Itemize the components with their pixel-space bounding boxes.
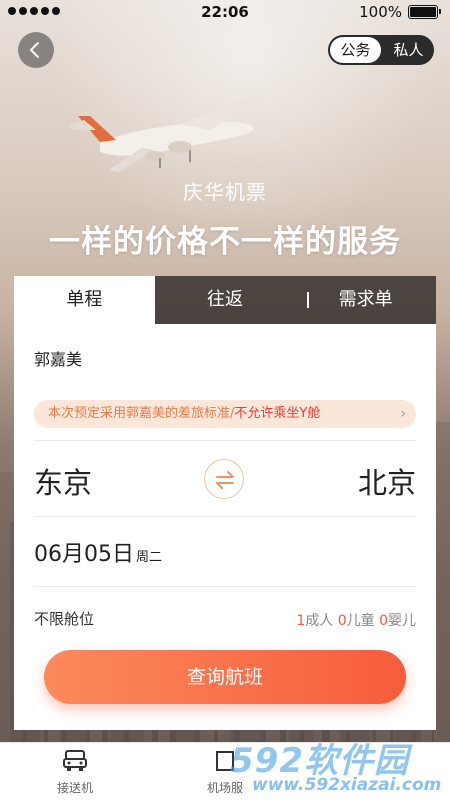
infants-label: 婴儿 [388,613,416,629]
search-flights-button[interactable]: 查询航班 [44,650,406,704]
battery-icon [408,5,441,19]
tab-round-trip[interactable]: 往返 [155,276,296,324]
adults-label: 成人 [305,613,334,629]
passenger-count-selector[interactable]: 1成人 0儿童 0婴儿 [296,610,416,630]
chevron-right-icon: › [400,406,406,422]
swap-icon [216,471,234,489]
chevron-left-icon [30,42,39,58]
watermark-logo: 592软件园 www.592xiazai.com [230,733,445,797]
date-value: 06月05日 [34,542,134,567]
swap-cities-button[interactable] [204,459,244,499]
children-count: 0 [337,613,347,629]
airplane-image [68,96,260,172]
notice-warning: 不允许乘坐Y舱 [234,406,321,421]
divider [34,516,416,517]
notice-text: 本次预定采用郭嘉美的差旅标准/ [48,406,235,421]
divider [34,586,416,587]
watermark-url: www.592xiazai.com [252,775,442,795]
travel-policy-notice[interactable]: 本次预定采用郭嘉美的差旅标准/不允许乘坐Y舱 › [34,400,416,428]
cabin-class-selector[interactable]: 不限舱位 [34,608,94,629]
hero-headline: 一样的价格不一样的服务 [49,224,401,260]
departure-city[interactable]: 东京 [34,460,92,502]
status-bar: 22:06 100% [0,0,450,24]
business-private-toggle[interactable]: 公务 私人 [328,35,434,65]
booking-card: 郭嘉美 本次预定采用郭嘉美的差旅标准/不允许乘坐Y舱 › 东京 北京 06月05… [14,324,436,730]
trip-type-tabs: 单程 往返 需求单 [14,276,436,324]
departure-date[interactable]: 06月05日 周二 [34,536,162,568]
infants-count: 0 [379,613,388,629]
adults-count: 1 [296,613,306,629]
car-icon [63,750,87,771]
nav-label-pickup: 接送机 [56,781,93,795]
divider [34,440,416,441]
back-button[interactable] [18,32,54,68]
toggle-business[interactable]: 公务 [330,37,381,63]
tab-request[interactable]: 需求单 [295,276,436,324]
children-label: 儿童 [346,613,375,629]
nav-item-pickup[interactable]: 接送机 [30,743,120,796]
battery-percent: 100% [359,3,402,21]
tab-one-way[interactable]: 单程 [14,276,155,324]
weekday-value: 周二 [136,550,163,565]
hero-subtitle: 庆华机票 [183,180,267,204]
arrival-city[interactable]: 北京 [358,460,416,502]
toggle-private[interactable]: 私人 [383,35,434,65]
tab-divider [307,292,309,308]
traveler-name[interactable]: 郭嘉美 [34,346,82,370]
